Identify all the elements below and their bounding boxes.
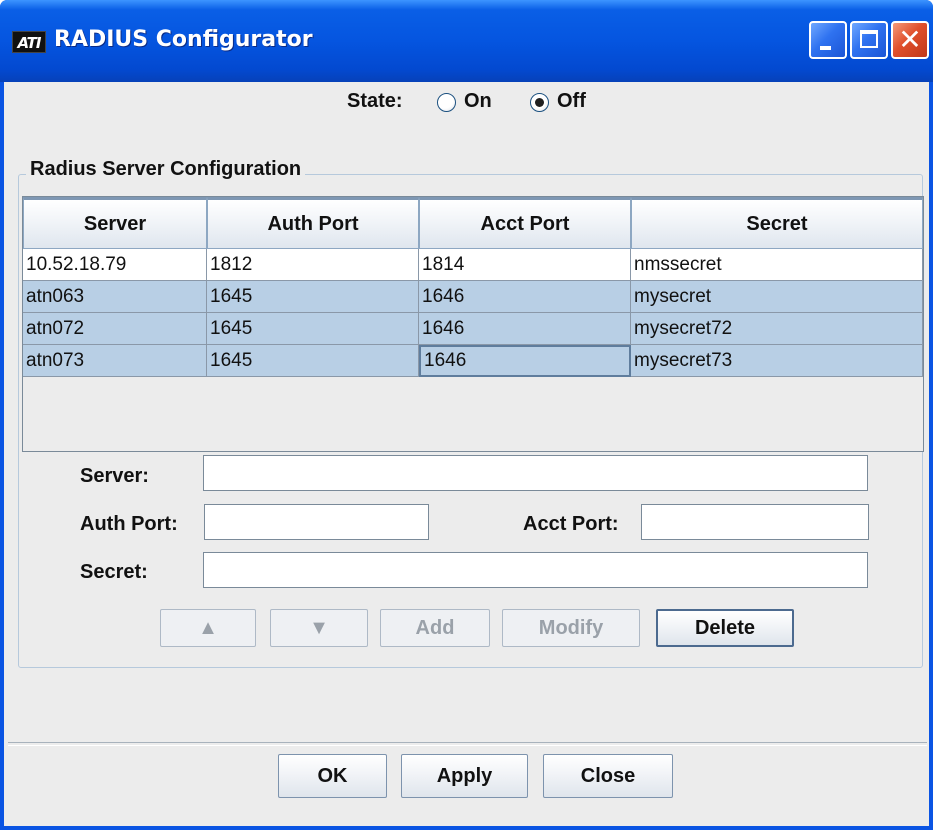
cell-server[interactable]: atn072	[23, 313, 207, 345]
cell-acct-port[interactable]: 1646	[419, 281, 631, 313]
radius-configurator-window: ATI RADIUS Configurator ✕ State: On Off …	[0, 0, 933, 830]
secret-label: Secret:	[80, 561, 148, 583]
dialog-content: State: On Off Radius Server Configuratio…	[4, 82, 929, 826]
minimize-icon	[820, 46, 831, 50]
move-up-button[interactable]: ▲	[160, 609, 256, 647]
state-on-label[interactable]: On	[464, 90, 492, 113]
column-header-server[interactable]: Server	[23, 197, 207, 249]
auth-port-input[interactable]	[204, 504, 429, 540]
acct-port-input[interactable]	[641, 504, 869, 540]
column-header-acct-port[interactable]: Acct Port	[419, 197, 631, 249]
cell-server[interactable]: 10.52.18.79	[23, 249, 207, 281]
cell-auth-port[interactable]: 1645	[207, 281, 419, 313]
title-bar[interactable]: ATI RADIUS Configurator ✕	[0, 0, 933, 82]
cell-auth-port[interactable]: 1645	[207, 313, 419, 345]
cell-secret[interactable]: mysecret72	[631, 313, 923, 345]
state-off-radio[interactable]	[530, 93, 549, 112]
acct-port-label: Acct Port:	[523, 513, 619, 535]
cell-server[interactable]: atn073	[23, 345, 207, 377]
cell-secret[interactable]: nmssecret	[631, 249, 923, 281]
table-row[interactable]: atn072 1645 1646 mysecret72	[23, 313, 923, 345]
column-header-auth-port[interactable]: Auth Port	[207, 197, 419, 249]
window-title: RADIUS Configurator	[54, 27, 313, 52]
table-header: Server Auth Port Acct Port Secret	[23, 197, 923, 249]
server-label: Server:	[80, 465, 149, 487]
move-down-button[interactable]: ▼	[270, 609, 368, 647]
ok-button[interactable]: OK	[278, 754, 387, 798]
column-header-secret[interactable]: Secret	[631, 197, 923, 249]
server-input[interactable]	[203, 455, 868, 491]
close-window-button[interactable]: ✕	[891, 21, 929, 59]
modify-button[interactable]: Modify	[502, 609, 640, 647]
cell-auth-port[interactable]: 1645	[207, 345, 419, 377]
delete-button[interactable]: Delete	[656, 609, 794, 647]
cell-acct-port-focused[interactable]: 1646	[419, 345, 631, 377]
server-table[interactable]: Server Auth Port Acct Port Secret 10.52.…	[22, 196, 924, 452]
apply-button[interactable]: Apply	[401, 754, 528, 798]
cell-secret[interactable]: mysecret	[631, 281, 923, 313]
auth-port-label: Auth Port:	[80, 513, 178, 535]
ati-logo-icon: ATI	[12, 31, 46, 53]
cell-server[interactable]: atn063	[23, 281, 207, 313]
cell-secret[interactable]: mysecret73	[631, 345, 923, 377]
state-on-radio[interactable]	[437, 93, 456, 112]
cell-acct-port[interactable]: 1646	[419, 313, 631, 345]
close-icon: ✕	[898, 23, 922, 56]
table-row[interactable]: atn073 1645 1646 mysecret73	[23, 345, 923, 377]
maximize-button[interactable]	[850, 21, 888, 59]
state-off-label[interactable]: Off	[557, 90, 586, 113]
cell-auth-port[interactable]: 1812	[207, 249, 419, 281]
minimize-button[interactable]	[809, 21, 847, 59]
cell-acct-port[interactable]: 1814	[419, 249, 631, 281]
add-button[interactable]: Add	[380, 609, 490, 647]
state-label: State:	[347, 90, 403, 112]
table-row[interactable]: atn063 1645 1646 mysecret	[23, 281, 923, 313]
maximize-icon	[860, 30, 878, 48]
separator	[8, 742, 927, 746]
secret-input[interactable]	[203, 552, 868, 588]
group-title: Radius Server Configuration	[26, 158, 306, 181]
table-row[interactable]: 10.52.18.79 1812 1814 nmssecret	[23, 249, 923, 281]
close-button[interactable]: Close	[543, 754, 673, 798]
